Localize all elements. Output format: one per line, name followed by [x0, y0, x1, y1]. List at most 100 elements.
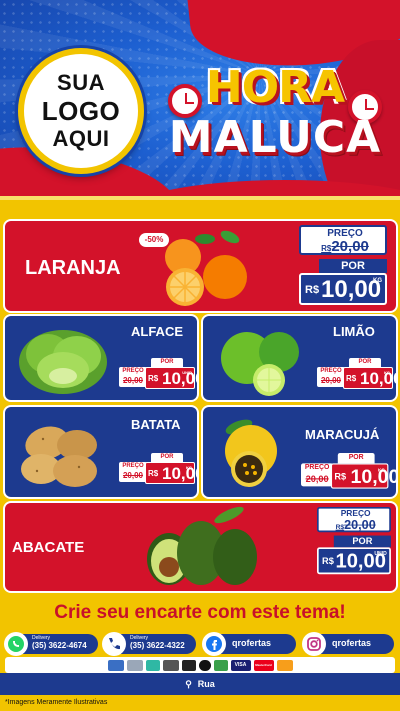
- old-price: R$20,00: [321, 238, 369, 255]
- unit: KG: [373, 278, 382, 284]
- phone-icon: [102, 632, 126, 656]
- contact-whatsapp[interactable]: Delivery (35) 3622-4674: [4, 632, 98, 656]
- product-name: LIMÃO: [333, 324, 375, 339]
- logo-placeholder: SUA LOGO AQUI: [18, 48, 144, 174]
- new-price-box: R$ 10,00 UNID: [317, 547, 391, 575]
- location-pin-icon: ⚲: [185, 679, 192, 689]
- visa-icon: VISA: [230, 659, 251, 671]
- title-maluca: MALUCA: [168, 112, 382, 163]
- unit: KG: [186, 465, 192, 470]
- product-card-limao: LIMÃO PREÇO 20,00 POR R$ 10,00 KG: [203, 316, 396, 400]
- preco-label: PREÇO: [304, 464, 330, 472]
- new-price-box: R$ 10,00 KG: [145, 462, 197, 484]
- payment-methods: VISA MasterCard: [5, 657, 395, 673]
- header-banner: SUA LOGO AQUI HORA MALUCA: [0, 0, 400, 210]
- call-to-action: Crie seu encarte com este tema!: [54, 602, 346, 623]
- product-card-maracuja: MARACUJÁ PREÇO 20,00 POR R$ 10,00 KG: [203, 407, 396, 497]
- price: 10,00: [360, 369, 396, 388]
- old-price: R$20,00: [335, 517, 376, 533]
- contact-phone-number: (35) 3622-4322: [130, 641, 185, 650]
- product-name: ALFACE: [131, 324, 183, 339]
- lime-image: [221, 332, 299, 396]
- old-price: 20,00: [305, 473, 329, 485]
- old-price-box: PREÇO 20,00: [301, 463, 334, 487]
- card-icon: [213, 659, 228, 671]
- unit: KG: [384, 370, 390, 375]
- price-tag-maracuja: PREÇO 20,00 POR R$ 10,00 KG: [301, 453, 396, 497]
- whatsapp-icon: [4, 632, 28, 656]
- contact-phone[interactable]: Delivery (35) 3622-4322: [102, 632, 196, 656]
- contact-facebook[interactable]: qrofertas: [202, 632, 296, 656]
- product-name: MARACUJÁ: [305, 427, 380, 442]
- product-name: BATATA: [131, 417, 181, 432]
- logo-line-2: LOGO: [41, 96, 121, 126]
- address-bar: ⚲ Rua: [0, 673, 400, 695]
- preco-label: PREÇO: [122, 368, 144, 374]
- currency: R$: [148, 469, 159, 478]
- flyer: SUA LOGO AQUI HORA MALUCA LARANJA -50% P…: [0, 0, 400, 711]
- price-tag-laranja: PREÇO R$20,00 POR R$ 10,00 KG: [299, 225, 387, 307]
- por-label: POR: [151, 358, 183, 367]
- potato-image: [21, 426, 97, 487]
- price: 10,00: [350, 465, 396, 488]
- old-price: 20,00: [122, 376, 144, 385]
- preco-label: PREÇO: [122, 463, 144, 469]
- new-price-box: R$ 10,00 UNID: [145, 367, 197, 389]
- disclaimer: *Imagens Meramente Ilustrativas: [5, 699, 108, 706]
- pix-icon: [145, 659, 160, 671]
- currency: R$: [322, 556, 334, 567]
- product-card-abacate: ABACATE PREÇO R$20,00 POR R$ 10,00 UNID: [5, 503, 396, 591]
- old-price: 20,00: [122, 471, 144, 480]
- new-price-box: R$ 10,00 KG: [330, 463, 396, 489]
- instagram-icon: [302, 632, 326, 656]
- old-price-box: PREÇO R$20,00: [317, 507, 391, 533]
- new-price-box: R$ 10,00 KG: [299, 273, 387, 305]
- unit: UNID: [374, 551, 387, 557]
- price-tag-limao: PREÇO 20,00 POR R$ 10,00 KG: [317, 358, 396, 392]
- passion-fruit-image: [225, 419, 277, 487]
- price-tag-batata: PREÇO 20,00 POR R$ 10,00 KG: [119, 453, 197, 487]
- old-price-box: PREÇO R$20,00: [299, 225, 387, 255]
- card-icon: [162, 659, 179, 671]
- contact-instagram[interactable]: qrofertas: [302, 632, 394, 656]
- product-card-batata: BATATA PREÇO 20,00 POR R$ 10,00 KG: [5, 407, 197, 497]
- product-card-laranja: LARANJA -50% PREÇO R$20,00 POR R$ 10,00 …: [5, 221, 396, 311]
- old-price: 20,00: [320, 376, 342, 385]
- card-icon: [126, 659, 143, 671]
- old-price-box: PREÇO 20,00: [317, 367, 345, 387]
- product-name: ABACATE: [12, 539, 85, 556]
- instagram-handle: qrofertas: [332, 638, 372, 648]
- address-text: Rua: [197, 679, 215, 689]
- hora-maluca-title: HORA MALUCA: [160, 62, 390, 182]
- facebook-handle: qrofertas: [232, 638, 272, 648]
- card-icon: [181, 659, 196, 671]
- contact-phone: (35) 3622-4674: [32, 641, 87, 650]
- product-name: LARANJA: [25, 257, 121, 279]
- avocado-image: [147, 506, 257, 585]
- por-label: POR: [151, 453, 183, 462]
- old-price-box: PREÇO 20,00: [119, 462, 147, 482]
- price-tag-alface: PREÇO 20,00 POR R$ 10,00 UNID: [119, 358, 197, 392]
- title-hora: HORA: [205, 62, 345, 113]
- logo-line-3: AQUI: [52, 126, 110, 151]
- unit: UNID: [182, 370, 192, 375]
- card-icon: [107, 659, 124, 671]
- por-label: POR: [349, 358, 381, 367]
- logo-line-1: SUA: [57, 70, 105, 95]
- currency: R$: [346, 374, 357, 383]
- product-card-alface: ALFACE PREÇO 20,00 POR R$ 10,00 UNID: [5, 316, 197, 400]
- currency: R$: [334, 471, 347, 482]
- por-label: POR: [337, 453, 375, 464]
- lettuce-image: [19, 330, 107, 394]
- card-icon: [276, 659, 293, 671]
- por-label: POR: [333, 535, 391, 548]
- price-tag-abacate: PREÇO R$20,00 POR R$ 10,00 UNID: [317, 507, 391, 576]
- orange-image: [165, 230, 247, 306]
- new-price-box: R$ 10,00 KG: [343, 367, 396, 389]
- por-label: POR: [319, 259, 387, 273]
- currency: R$: [148, 374, 159, 383]
- currency: R$: [305, 284, 320, 296]
- mastercard-icon: MasterCard: [253, 659, 274, 671]
- unit: KG: [378, 466, 385, 473]
- elo-icon: [198, 659, 211, 671]
